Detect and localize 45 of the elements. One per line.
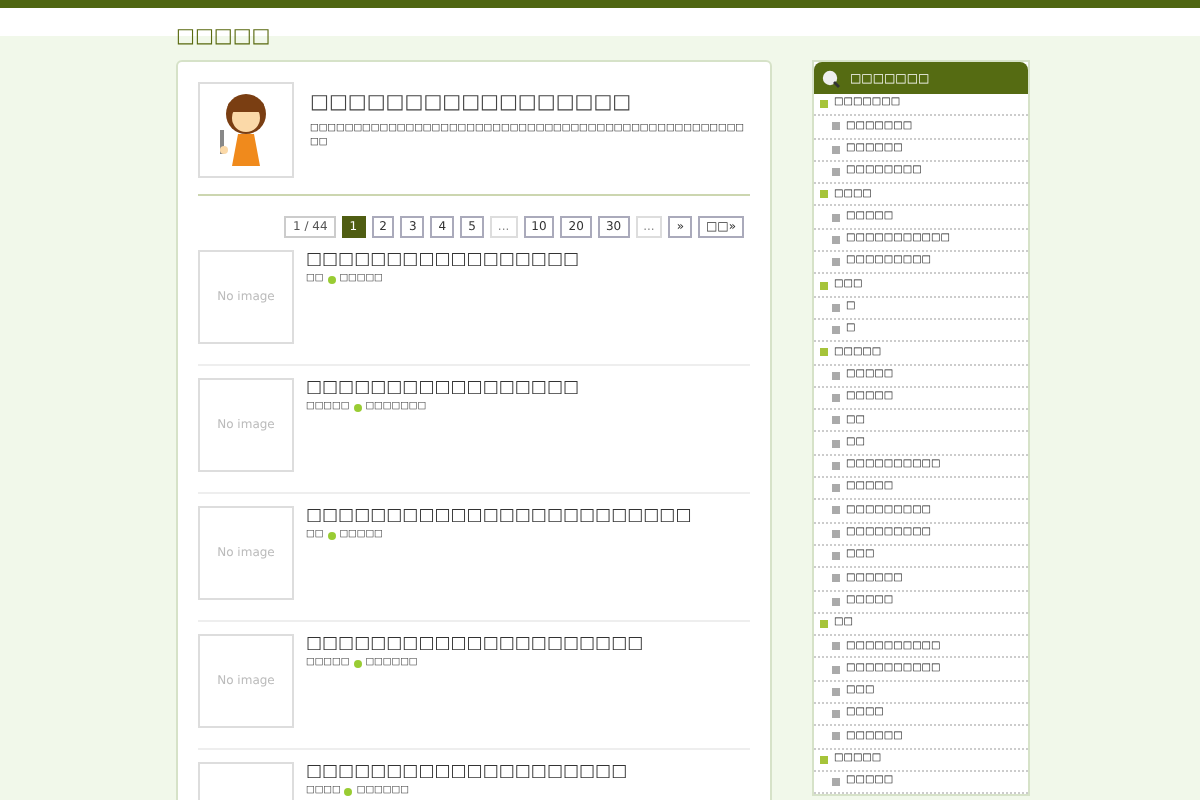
bullet-icon (832, 439, 840, 448)
bullet-icon (820, 100, 828, 109)
bullet-icon (832, 732, 840, 741)
bullet-icon (832, 687, 840, 696)
bullet-icon (832, 461, 840, 470)
bullet-icon (820, 281, 828, 290)
bullet-icon (832, 778, 840, 787)
bullet-icon (344, 787, 353, 795)
bullet-icon (832, 235, 840, 244)
bullet-icon (832, 529, 840, 538)
bullet-icon (832, 145, 840, 154)
bullet-icon (832, 597, 840, 606)
bullet-icon (832, 258, 840, 267)
profile-title: □□□□□□□□□□□□□□□□□ (310, 90, 634, 116)
bullet-icon (832, 506, 840, 515)
bullet-icon (832, 394, 840, 402)
bullet-icon (353, 659, 362, 667)
post-title[interactable]: □□□□□□□□□□□□□□□□□ (306, 250, 580, 272)
post-title[interactable]: □□□□□□□□□□□□□□□□□ (306, 378, 580, 400)
site-title[interactable]: □□□□□ (176, 26, 271, 48)
bullet-icon (353, 403, 362, 411)
bullet-icon (820, 755, 828, 764)
bullet-icon (832, 303, 840, 312)
bullet-icon (832, 416, 840, 425)
bullet-icon (327, 275, 336, 283)
bullet-icon (832, 484, 840, 493)
bullet-icon (832, 213, 840, 222)
bullet-icon (832, 665, 840, 674)
bullet-icon (820, 348, 828, 357)
bullet-icon (820, 619, 828, 628)
bullet-icon (832, 122, 840, 131)
bullet-icon (832, 574, 840, 583)
search-icon (822, 69, 840, 87)
bullet-icon (832, 642, 840, 651)
bullet-icon (832, 168, 840, 177)
bullet-icon (820, 190, 828, 199)
bullet-icon (832, 326, 840, 335)
post-title[interactable]: □□□□□□□□□□□□□□□□□□□□□ (306, 634, 644, 656)
bullet-icon (832, 552, 840, 561)
avatar-drawing (198, 82, 294, 178)
post-title[interactable]: □□□□□□□□□□□□□□□□□□□□□□□□ (306, 506, 692, 528)
bullet-icon (832, 371, 840, 380)
bullet-icon (832, 710, 840, 719)
post-title[interactable]: □□□□□□□□□□□□□□□□□□□□ (306, 762, 628, 784)
bullet-icon (327, 531, 336, 539)
